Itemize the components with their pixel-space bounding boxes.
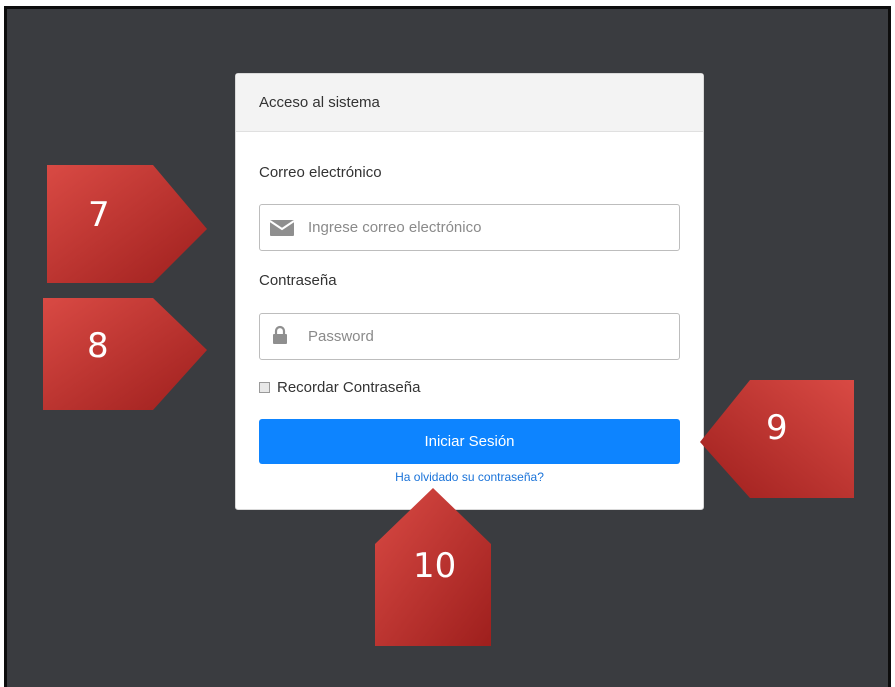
callout-7: 7: [43, 165, 211, 285]
callout-10-number: 10: [413, 546, 457, 586]
callout-8: 8: [43, 294, 211, 414]
remember-label: Recordar Contraseña: [277, 378, 421, 396]
callout-7-number: 7: [88, 195, 110, 235]
card-header: Acceso al sistema: [236, 74, 703, 132]
password-label: Contraseña: [259, 272, 337, 289]
card-title: Acceso al sistema: [259, 94, 380, 111]
password-placeholder: Password: [308, 328, 374, 345]
remember-checkbox[interactable]: [259, 381, 270, 393]
password-field[interactable]: Password: [259, 313, 680, 360]
email-label: Correo electrónico: [259, 164, 382, 181]
envelope-icon: [269, 219, 295, 237]
callout-9-number: 9: [766, 408, 788, 448]
remember-row: Recordar Contraseña: [259, 377, 420, 397]
login-button[interactable]: Iniciar Sesión: [259, 419, 680, 464]
email-placeholder: Ingrese correo electrónico: [308, 219, 482, 236]
callout-8-number: 8: [87, 326, 109, 366]
login-card: Acceso al sistema Correo electrónico Ing…: [235, 73, 704, 510]
lock-icon: [272, 325, 296, 344]
callout-9: 9: [698, 380, 858, 500]
forgot-password-link[interactable]: Ha olvidado su contraseña?: [236, 470, 703, 484]
callout-10: 10: [373, 488, 495, 650]
email-field[interactable]: Ingrese correo electrónico: [259, 204, 680, 251]
